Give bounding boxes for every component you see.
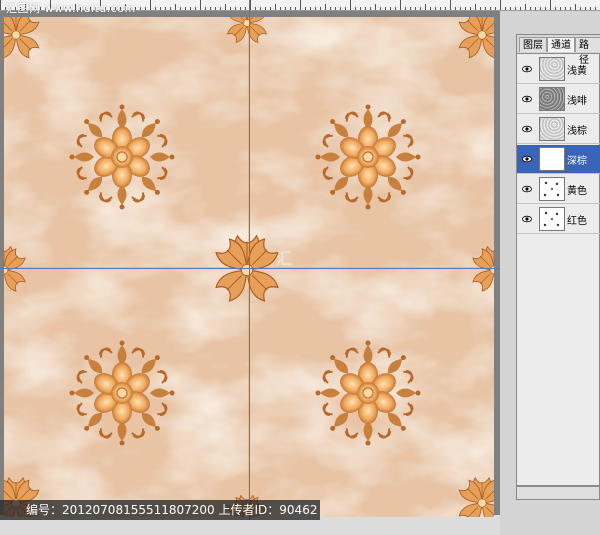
rosette-ornament-bottom-left [69,340,174,445]
image-info-bar: 编号：20120708155511807200 上传者ID：90462 [0,500,320,520]
watermark-logo-text: 汇图网 www.huitu.com [6,2,136,15]
tab-channels[interactable]: 通道 [547,37,575,52]
channel-row[interactable]: 黄色 [517,175,600,204]
channel-thumbnail [539,207,565,231]
channel-label: 浅啡 [567,96,587,107]
channel-thumbnail [539,117,565,141]
panel-tabs: 图层 通道 路径 [517,35,600,66]
eye-icon[interactable] [522,124,532,134]
eye-icon[interactable] [522,214,532,224]
vertical-guide[interactable] [249,0,250,520]
channels-panel: 图层 通道 路径 浅黄浅啡浅棕深棕黄色红色 [516,34,600,486]
channel-row[interactable]: 深棕 [517,145,600,174]
channel-label: 红色 [567,216,587,227]
rosette-ornament-top-right [315,104,420,209]
canvas-area[interactable]: 汇 [0,11,500,517]
panel-bottom-bar [516,486,600,500]
channel-row[interactable]: 红色 [517,205,600,234]
horizontal-guide[interactable] [0,268,515,269]
channel-label: 浅黄 [567,66,587,77]
channel-thumbnail [539,57,565,81]
eye-icon[interactable] [522,154,532,164]
channel-thumbnail [539,87,565,111]
watermark-center: 汇 [276,249,293,268]
channel-label: 浅棕 [567,126,587,137]
eye-icon[interactable] [522,64,532,74]
eye-icon[interactable] [522,94,532,104]
channel-row[interactable]: 浅啡 [517,85,600,114]
tab-paths[interactable]: 路径 [575,37,600,66]
channel-label: 深棕 [567,156,587,167]
channel-row[interactable]: 浅棕 [517,115,600,144]
channel-label: 黄色 [567,186,587,197]
tab-layers[interactable]: 图层 [519,37,547,52]
channel-row[interactable]: 浅黄 [517,55,600,84]
rosette-ornament-bottom-right [315,340,420,445]
channel-thumbnail [539,147,565,171]
rosette-ornament-top-left [69,104,174,209]
eye-icon[interactable] [522,184,532,194]
channel-thumbnail [539,177,565,201]
